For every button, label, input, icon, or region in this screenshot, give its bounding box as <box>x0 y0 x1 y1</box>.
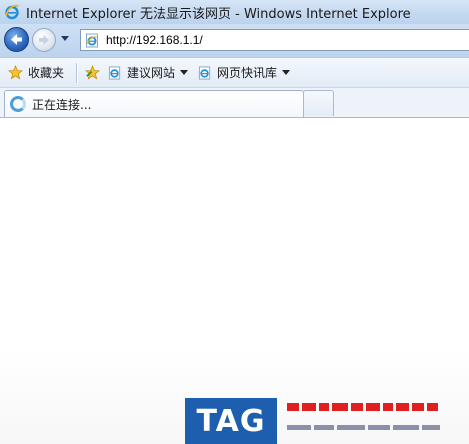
watermark-logo: TAG <box>185 398 277 444</box>
address-bar[interactable]: http://192.168.1.1/ <box>80 29 469 51</box>
back-arrow-icon <box>11 34 22 45</box>
forward-arrow-icon <box>39 35 49 45</box>
favorites-label: 收藏夹 <box>28 66 65 80</box>
back-button[interactable] <box>4 27 29 52</box>
new-tab-button[interactable] <box>303 90 334 116</box>
add-to-favorites-bar-button[interactable] <box>85 65 101 80</box>
tab-strip: 正在连接... <box>0 88 469 118</box>
internet-explorer-icon <box>4 4 20 20</box>
forward-button[interactable] <box>32 28 56 52</box>
watermark-text-graphic <box>287 400 465 442</box>
divider <box>76 62 78 83</box>
loading-icon <box>10 96 26 112</box>
web-slice-gallery-link[interactable]: 网页快讯库 <box>198 64 291 81</box>
chevron-down-icon <box>180 70 189 75</box>
window-title: Internet Explorer 无法显示该网页 - Windows Inte… <box>26 6 411 22</box>
star-icon <box>8 65 23 80</box>
page-content: TAG <box>0 119 469 444</box>
ie-page-icon <box>108 65 122 80</box>
watermark: TAG <box>185 398 469 444</box>
add-favorite-star-icon <box>85 65 101 80</box>
suggested-sites-link[interactable]: 建议网站 <box>108 64 189 81</box>
address-input[interactable]: http://192.168.1.1/ <box>106 33 203 47</box>
web-slice-gallery-label: 网页快讯库 <box>217 66 278 80</box>
favorites-bar: 收藏夹 建议网站 网页快讯库 <box>0 57 469 88</box>
navigation-bar: http://192.168.1.1/ <box>0 24 469 57</box>
chevron-down-icon <box>282 70 291 75</box>
browser-window: Internet Explorer 无法显示该网页 - Windows Inte… <box>0 0 469 444</box>
ie-page-icon <box>198 65 212 80</box>
suggested-sites-label: 建议网站 <box>127 66 176 80</box>
favorites-button[interactable]: 收藏夹 <box>8 64 64 81</box>
tab-active[interactable]: 正在连接... <box>4 90 304 117</box>
title-bar: Internet Explorer 无法显示该网页 - Windows Inte… <box>0 0 469 24</box>
page-icon <box>85 33 100 48</box>
recent-pages-dropdown[interactable] <box>61 36 69 41</box>
tab-label: 正在连接... <box>32 97 92 112</box>
